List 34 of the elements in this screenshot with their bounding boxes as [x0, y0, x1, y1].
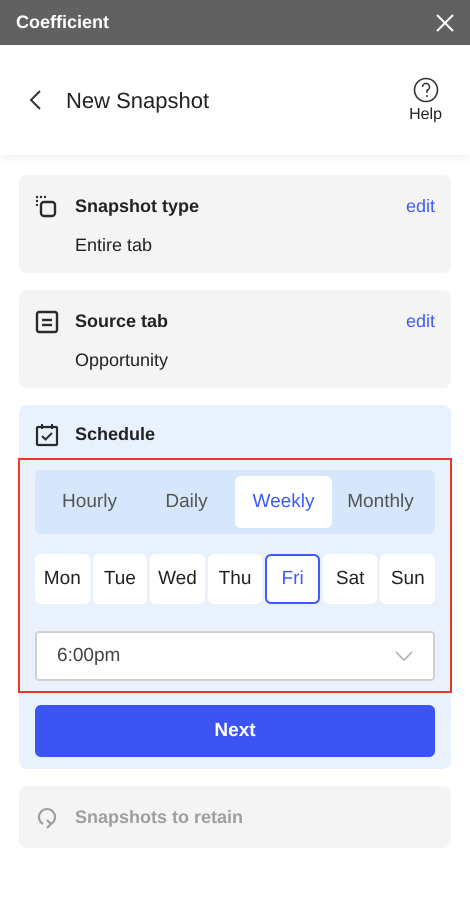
step-title: Source tab [75, 310, 170, 333]
day-button[interactable]: Wed [150, 554, 205, 604]
help-icon [412, 77, 439, 103]
step-value: Opportunity [75, 349, 170, 372]
refresh-icon [35, 805, 59, 829]
step-title: Snapshots to retain [75, 806, 244, 829]
document-icon [35, 310, 59, 334]
help-button[interactable]: Help [409, 77, 442, 127]
day-button[interactable]: Tue [92, 554, 148, 604]
step-value: Entire tab [75, 234, 154, 257]
back-icon [28, 89, 42, 111]
day-button[interactable]: Sat [322, 554, 378, 604]
calendar-check-icon [35, 422, 59, 446]
frequency-tab[interactable]: Hourly [41, 476, 138, 528]
window-title: Coefficient [16, 11, 110, 34]
close-button[interactable] [436, 14, 454, 32]
step-title: Snapshot type [75, 195, 200, 218]
edit-link[interactable]: edit [406, 308, 435, 335]
day-button[interactable]: Thu [208, 554, 262, 604]
day-button[interactable]: Fri [265, 554, 320, 604]
dotted-square-icon [35, 194, 59, 218]
back-button[interactable] [28, 89, 42, 111]
frequency-tab[interactable]: Weekly [235, 476, 332, 528]
frequency-tab[interactable]: Monthly [332, 476, 429, 528]
next-button[interactable]: Next [35, 705, 435, 757]
frequency-tab[interactable]: Daily [138, 476, 235, 528]
chevron-down-icon [395, 651, 413, 661]
day-button[interactable]: Mon [35, 554, 90, 604]
page-title: New Snapshot [66, 86, 210, 115]
edit-link[interactable]: edit [406, 193, 435, 220]
time-dropdown[interactable]: 6:00pm [35, 631, 435, 681]
day-button[interactable]: Sun [380, 554, 436, 604]
close-icon [436, 14, 454, 32]
step-title: Schedule [75, 423, 156, 446]
